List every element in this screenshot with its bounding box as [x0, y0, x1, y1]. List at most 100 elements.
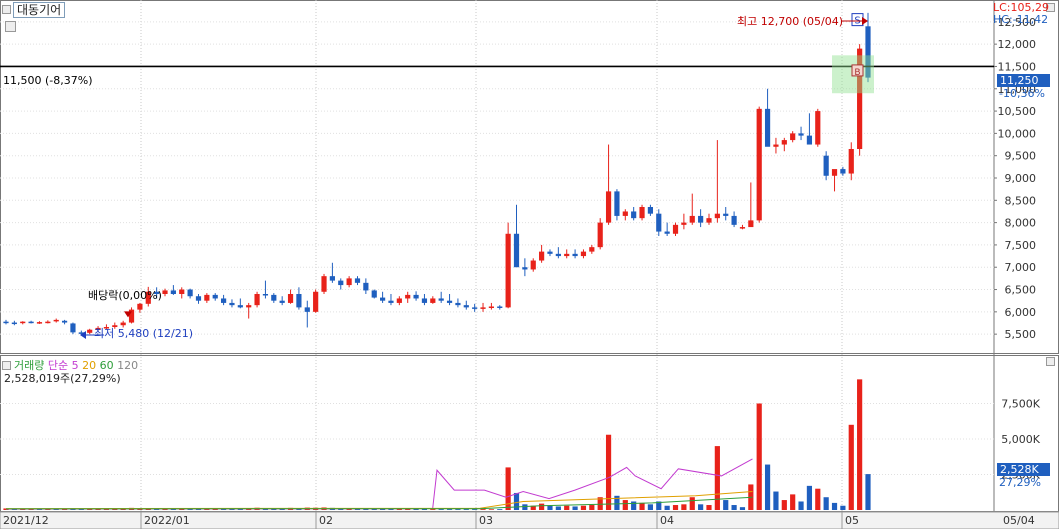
candle-body [790, 133, 796, 141]
volume-bar [848, 424, 854, 510]
candle-body [162, 290, 168, 294]
candle-body [220, 298, 227, 303]
ma5-label: 5 [71, 359, 79, 372]
price-tick-label: 9,000 [1005, 172, 1037, 185]
time-tick-label: 04 [660, 514, 674, 527]
candle-body [723, 213, 729, 216]
candle-body [530, 260, 536, 270]
candle-body [413, 294, 419, 299]
candle-body [262, 294, 269, 296]
price-tick-label: 7,500 [1005, 239, 1037, 252]
volume-bar [781, 500, 787, 510]
candle-body [304, 307, 310, 312]
candle-body [815, 111, 821, 145]
candle-body [53, 319, 59, 322]
candle-body [513, 233, 520, 268]
candle-body [605, 191, 612, 223]
candle-body [547, 251, 553, 254]
price-tick-label: 9,500 [1005, 150, 1037, 163]
candle-body [597, 222, 603, 248]
low-annotation: 최저 5,480 (12/21) [94, 327, 194, 340]
price-tick-label: 10,500 [998, 105, 1037, 118]
volume-bar [857, 379, 863, 510]
volume-bar [815, 488, 821, 510]
volume-bar [472, 509, 478, 510]
candle-body [87, 329, 93, 333]
time-tick-label: 05/04 [1003, 514, 1035, 527]
volume-bar [823, 497, 829, 510]
price-tick-label: 10,000 [998, 127, 1037, 140]
volume-bar [739, 507, 746, 510]
time-tick-label: 02 [319, 514, 333, 527]
volume-bar [497, 509, 503, 510]
candle-body [639, 207, 645, 219]
volume-bar [463, 509, 469, 510]
volume-bar [555, 506, 561, 510]
volume-legend-title: 거래량 [14, 359, 45, 372]
candle-body [831, 169, 838, 176]
candle-body [237, 305, 243, 308]
candle-body [522, 267, 528, 270]
candle-body [689, 215, 695, 223]
stock-name[interactable]: 대동기어 [13, 2, 66, 18]
volume-menu-icon[interactable] [2, 361, 11, 370]
volume-bar [522, 504, 528, 510]
volume-bar [681, 504, 687, 510]
price-tick-label: 5,500 [1005, 328, 1037, 341]
price-tick-label: 8,000 [1005, 217, 1037, 230]
candle-body [681, 222, 687, 225]
candle-body [698, 215, 704, 223]
candle-body [396, 298, 402, 303]
candle-body [480, 307, 486, 309]
volume-value: 2,528,019주(27,29%) [4, 372, 121, 385]
volume-bar [672, 505, 679, 510]
volume-bar [764, 464, 771, 510]
candle-body [388, 300, 394, 303]
volume-bar [706, 505, 712, 510]
volume-bar [714, 446, 720, 510]
volume-bar [438, 509, 444, 510]
candle-body [848, 149, 854, 174]
candle-body [823, 155, 829, 176]
high-arrowhead [862, 17, 868, 25]
candle-body [229, 302, 235, 306]
volume-bar [488, 509, 494, 510]
candle-body [246, 305, 252, 308]
volume-bar [647, 504, 654, 510]
candle-body [187, 289, 193, 297]
candle-body [656, 213, 662, 232]
volume-bar [806, 485, 813, 510]
candle-body [329, 276, 335, 281]
candle-body [739, 227, 746, 229]
table-icon[interactable] [5, 21, 16, 32]
candle-body [564, 253, 570, 257]
candle-body [806, 135, 813, 145]
volume-bar [539, 503, 545, 510]
candle-body [672, 224, 679, 234]
volume-tick-label: 5,000K [1001, 433, 1040, 446]
hline-label: 11,500 (-8,37%) [3, 74, 93, 87]
volume-bar [790, 494, 796, 510]
candle-body [497, 306, 503, 308]
candle-body [36, 322, 43, 324]
time-tick-label: 03 [479, 514, 493, 527]
candle-body [313, 291, 319, 312]
dividend-annotation: 배당락(0,00%) [88, 289, 162, 302]
volume-tick-label: 7,500K [1001, 398, 1040, 411]
volume-bar [756, 403, 762, 510]
price-tick-label: 6,000 [1005, 306, 1037, 319]
candle-body [714, 213, 720, 219]
volume-bar [564, 505, 570, 510]
candle-body [539, 251, 545, 261]
candle-body [840, 169, 846, 174]
candle-body [421, 298, 428, 303]
volume-bar [698, 504, 704, 510]
menu-icon[interactable] [2, 5, 11, 14]
current-price-tag: 11,250 [997, 74, 1050, 87]
volume-current-pct: 27,29% [999, 476, 1041, 489]
candle-body [363, 282, 369, 291]
price-tick-label: 12,000 [998, 38, 1037, 51]
candle-body [405, 294, 411, 299]
volume-close-icon[interactable] [1046, 357, 1055, 366]
candle-body [472, 307, 478, 309]
